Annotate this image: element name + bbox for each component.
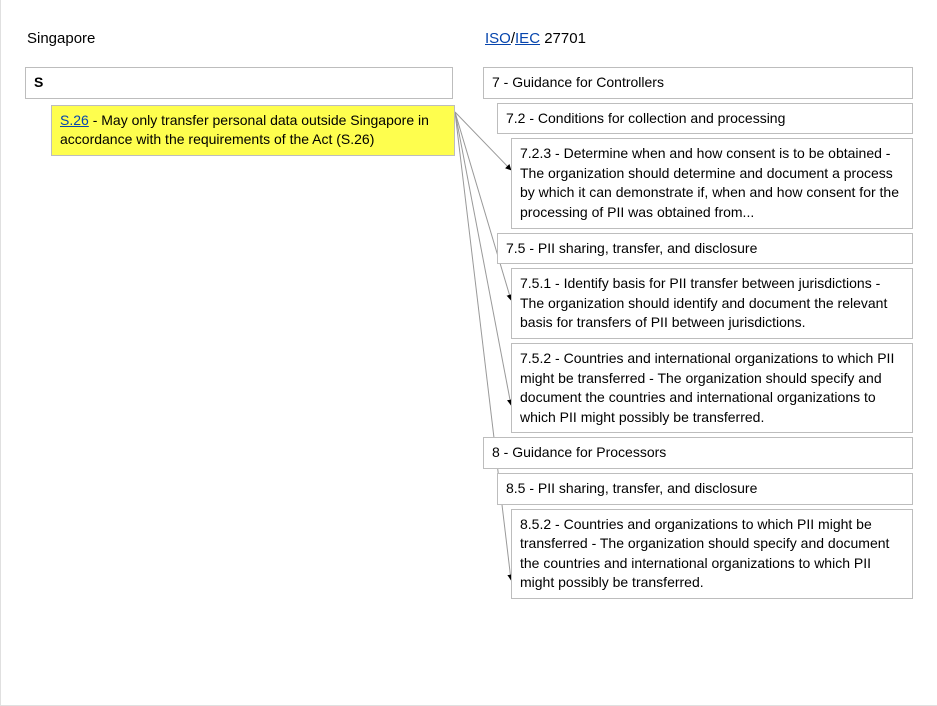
node-7-5-1[interactable]: 7.5.1 - Identify basis for PII transfer … <box>511 268 913 339</box>
iso-link[interactable]: ISO <box>485 30 511 47</box>
left-leaf-code-link[interactable]: S.26 <box>60 112 89 128</box>
node-8[interactable]: 8 - Guidance for Processors <box>483 437 913 469</box>
node-7-2-3[interactable]: 7.2.3 - Determine when and how consent i… <box>511 138 913 228</box>
node-7-5[interactable]: 7.5 - PII sharing, transfer, and disclos… <box>497 233 913 265</box>
node-8-5[interactable]: 8.5 - PII sharing, transfer, and disclos… <box>497 473 913 505</box>
node-7[interactable]: 7 - Guidance for Controllers <box>483 67 913 99</box>
right-column: ISO/IEC 27701 7 - Guidance for Controlle… <box>483 0 921 603</box>
left-root-node[interactable]: S <box>25 67 453 99</box>
left-title: Singapore <box>25 28 461 49</box>
title-rest: 27701 <box>540 30 586 47</box>
node-7-5-2[interactable]: 7.5.2 - Countries and international orga… <box>511 343 913 433</box>
left-column: Singapore S S.26 - May only transfer per… <box>1 0 461 156</box>
left-leaf-node[interactable]: S.26 - May only transfer personal data o… <box>51 105 455 156</box>
mapping-canvas: Singapore S S.26 - May only transfer per… <box>0 0 937 706</box>
left-leaf-text: - May only transfer personal data outsid… <box>60 112 429 148</box>
node-7-2[interactable]: 7.2 - Conditions for collection and proc… <box>497 103 913 135</box>
right-title: ISO/IEC 27701 <box>483 28 921 49</box>
iec-link[interactable]: IEC <box>515 30 540 47</box>
node-8-5-2[interactable]: 8.5.2 - Countries and organizations to w… <box>511 509 913 599</box>
